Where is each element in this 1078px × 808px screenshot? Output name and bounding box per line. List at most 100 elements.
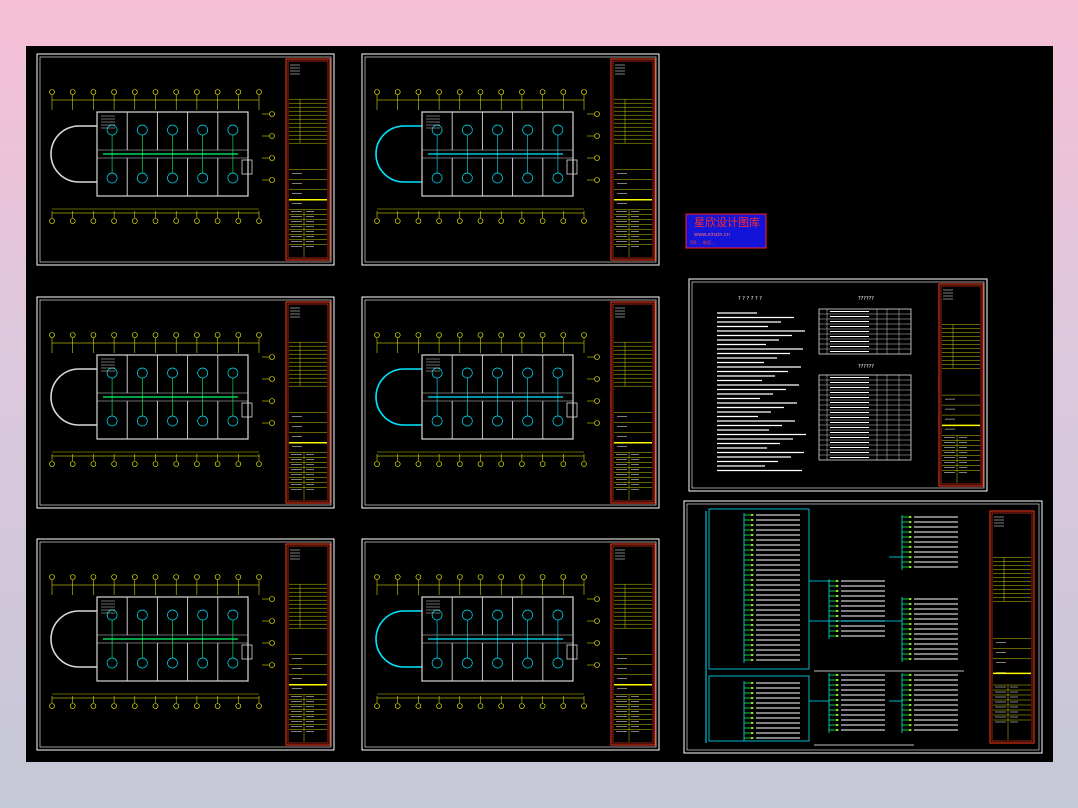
sheet-border	[361, 296, 660, 509]
grid-bubble-top	[90, 574, 97, 580]
fixture-circle	[106, 172, 118, 184]
plan-semicircle	[375, 610, 405, 668]
fixture-circle	[106, 609, 118, 621]
breaker-dot	[751, 712, 753, 714]
breaker-dot	[836, 694, 838, 696]
fixture-circle	[136, 657, 148, 669]
breaker-dot	[751, 594, 753, 596]
breaker-dot	[836, 684, 838, 686]
grid-bubble-bottom	[581, 461, 587, 467]
breaker-dot	[909, 719, 911, 721]
grid-bubble-bottom	[49, 218, 55, 224]
fixture-circle	[167, 415, 178, 427]
plan-semicircle	[375, 368, 405, 426]
grid-bubble-bottom	[235, 703, 242, 709]
grid-bubble-top	[152, 332, 159, 338]
fixture-circle	[197, 657, 209, 669]
breaker-dot	[751, 639, 753, 641]
grid-bubble-top	[235, 574, 242, 580]
grid-bubble-bottom	[519, 218, 525, 224]
breaker-dot	[751, 727, 753, 729]
fixture-circle	[136, 609, 148, 621]
breaker-dot	[836, 719, 838, 721]
sheet-2	[361, 53, 660, 266]
drawing-layer: 星欣设计图库 www.xinxin.cn QQ:... 电话:... ? ? ?…	[36, 53, 1043, 754]
grid-bubble-bottom	[560, 218, 567, 224]
title-block-inner	[612, 303, 654, 502]
grid-bubble-bottom	[560, 461, 567, 467]
grid-bubble-top	[173, 332, 179, 338]
fixture-circle	[106, 124, 118, 136]
fixture-circle	[227, 172, 239, 184]
grid-bubble-top	[69, 89, 76, 95]
grid-bubble-top	[132, 89, 138, 95]
sheet-inner-border	[39, 541, 332, 748]
grid-bubble-bottom	[173, 461, 179, 467]
grid-bubble-bottom	[152, 461, 159, 467]
grid-bubble-bottom	[69, 703, 76, 709]
breaker-dot	[909, 689, 911, 691]
breaker-dot	[836, 600, 838, 602]
breaker-dot	[751, 717, 753, 719]
breaker-dot	[751, 682, 753, 684]
grid-bubble-top	[477, 332, 484, 338]
grid-bubble-bottom	[214, 703, 221, 709]
breaker-dot	[751, 697, 753, 699]
breaker-dot	[836, 625, 838, 627]
grid-bubble-bottom	[214, 218, 221, 224]
fixture-circle	[106, 657, 118, 669]
fixture-circle	[492, 124, 503, 136]
grid-bubble-side	[269, 618, 275, 624]
breaker-dot	[909, 603, 911, 605]
notes-left-heading: ? ? ? ? ? ?	[738, 296, 762, 302]
grid-bubble-side	[269, 640, 275, 646]
grid-bubble-bottom	[456, 461, 463, 467]
breaker-dot	[909, 618, 911, 620]
grid-bubble-bottom	[132, 703, 138, 709]
grid-bubble-bottom	[194, 218, 200, 224]
breaker-dot	[751, 629, 753, 631]
breaker-dot	[909, 679, 911, 681]
breaker-dot	[909, 546, 911, 548]
grid-bubble-bottom	[152, 703, 159, 709]
fixture-circle	[106, 415, 118, 427]
grid-bubble-bottom	[90, 461, 97, 467]
grid-bubble-top	[415, 574, 422, 580]
sheet-border	[36, 538, 335, 751]
grid-bubble-top	[436, 89, 442, 95]
grid-bubble-top	[436, 332, 442, 338]
sheet-4	[361, 296, 660, 509]
breaker-dot	[909, 628, 911, 630]
title-block	[989, 510, 1035, 744]
grid-bubble-top	[111, 332, 117, 338]
breaker-dot	[909, 638, 911, 640]
grid-bubble-side	[594, 596, 600, 602]
grid-bubble-bottom	[49, 703, 55, 709]
fixture-circle	[492, 609, 503, 621]
title-block	[938, 283, 984, 487]
grid-bubble-top	[152, 89, 159, 95]
grid-bubble-top	[415, 89, 422, 95]
breaker-dot	[836, 580, 838, 582]
breaker-dot	[909, 643, 911, 645]
breaker-dot	[909, 658, 911, 660]
fixture-circle	[136, 415, 148, 427]
fixture-circle	[167, 657, 178, 669]
grid-bubble-bottom	[256, 461, 262, 467]
breaker-dot	[909, 623, 911, 625]
grid-bubble-side	[269, 354, 275, 360]
grid-bubble-top	[456, 332, 463, 338]
grid-bubble-top	[519, 574, 525, 580]
breaker-dot	[909, 526, 911, 528]
grid-bubble-top	[256, 332, 262, 338]
fixture-circle	[431, 367, 443, 379]
sheet-notes	[688, 278, 988, 492]
breaker-dot	[909, 699, 911, 701]
grid-bubble-side	[594, 420, 600, 426]
fixture-circle	[461, 657, 473, 669]
breaker-dot	[751, 534, 753, 536]
grid-bubble-top	[477, 574, 484, 580]
grid-bubble-side	[594, 155, 600, 161]
fixture-circle	[552, 172, 564, 184]
breaker-dot	[751, 624, 753, 626]
